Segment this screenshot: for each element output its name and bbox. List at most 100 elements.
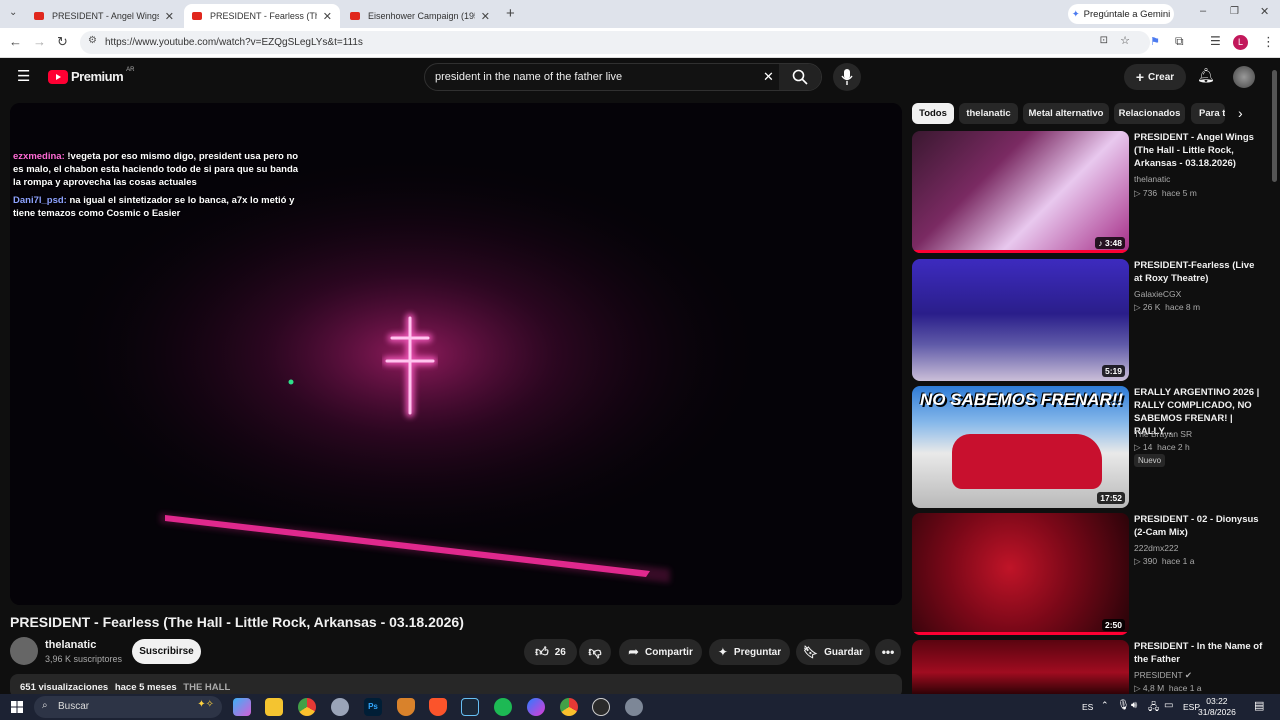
- spotify-app-icon[interactable]: [494, 698, 512, 716]
- minimize-icon[interactable]: –: [1200, 5, 1206, 17]
- clear-search-icon[interactable]: ✕: [763, 69, 774, 85]
- search-box[interactable]: president in the name of the father live…: [424, 63, 822, 91]
- video-thumbnail[interactable]: 2:50: [912, 513, 1129, 635]
- microphone-tray-icon[interactable]: 🎙︎: [1117, 700, 1130, 711]
- obs-app-icon[interactable]: [592, 698, 610, 716]
- chip-para-ti[interactable]: Para t: [1191, 103, 1225, 124]
- input-language[interactable]: ES: [1082, 702, 1093, 712]
- recommendation-item[interactable]: 5:19 PRESIDENT-Fearless (Live at Roxy Th…: [912, 259, 1272, 381]
- reload-icon[interactable]: ↻: [57, 34, 68, 50]
- ask-button[interactable]: ✦ Preguntar: [709, 639, 790, 665]
- page-scrollbar[interactable]: [1272, 70, 1277, 182]
- messenger-app-icon[interactable]: [527, 698, 545, 716]
- channel-name[interactable]: thelanatic: [45, 639, 96, 651]
- chrome-app-icon[interactable]: [298, 698, 316, 716]
- brave-app-icon[interactable]: [429, 698, 447, 716]
- save-button[interactable]: 🔖︎ Guardar: [796, 639, 870, 665]
- description-tag[interactable]: THE HALL: [183, 682, 230, 693]
- app-icon-4[interactable]: [331, 698, 349, 716]
- recommendation-title[interactable]: PRESIDENT-Fearless (Live at Roxy Theatre…: [1134, 259, 1264, 285]
- more-actions-button[interactable]: •••: [875, 639, 901, 665]
- recommendation-item[interactable]: NO SABEMOS FRENAR!! 17:52 ERALLY ARGENTI…: [912, 386, 1272, 508]
- close-tab-icon[interactable]: ✕: [481, 10, 490, 23]
- notifications-bell-icon[interactable]: 🔔︎: [1197, 67, 1215, 84]
- site-info-icon[interactable]: ⚙: [88, 35, 97, 46]
- chip-thelanatic[interactable]: thelanatic: [959, 103, 1018, 124]
- video-player[interactable]: ezxmedina: !vegeta por eso mismo digo, p…: [10, 103, 902, 605]
- search-input[interactable]: president in the name of the father live: [435, 71, 622, 83]
- windows-taskbar: ⌕ Buscar ✦✧ Ps ⌃ ES 🎙︎ 🔊︎ 🖧︎ ▭ ESP 03:22…: [0, 694, 1280, 720]
- tab-angel-wings[interactable]: PRESIDENT - Angel Wings - Yo ✕: [26, 4, 182, 28]
- close-tab-icon[interactable]: ✕: [323, 10, 332, 23]
- recommendation-channel[interactable]: thelanatic: [1134, 174, 1170, 184]
- notification-center-icon[interactable]: ▤: [1254, 699, 1264, 712]
- recommendation-channel[interactable]: GalaxieCGX: [1134, 289, 1181, 299]
- app-icon-13[interactable]: [625, 698, 643, 716]
- voice-search-button[interactable]: [833, 63, 861, 91]
- share-button[interactable]: ➦ Compartir: [619, 639, 702, 665]
- system-clock[interactable]: 03:22 31/8/2026: [1198, 696, 1236, 718]
- recommendation-title[interactable]: PRESIDENT - 02 - Dionysus (2-Cam Mix): [1134, 513, 1264, 539]
- video-thumbnail[interactable]: ♪ 3:48: [912, 131, 1129, 253]
- youtube-logo[interactable]: Premium AR: [48, 67, 134, 84]
- windows-start-icon[interactable]: [11, 701, 23, 713]
- recommendation-item[interactable]: PRESIDENT - In the Name of the Father PR…: [912, 640, 1272, 694]
- photoshop-app-icon[interactable]: Ps: [364, 698, 382, 716]
- address-bar[interactable]: ⚙ https://www.youtube.com/watch?v=EZQgSL…: [80, 31, 1150, 54]
- forward-icon[interactable]: →: [33, 34, 46, 49]
- chat-message: ezxmedina: !vegeta por eso mismo digo, p…: [13, 150, 303, 189]
- bookmark-star-icon[interactable]: ☆: [1120, 34, 1130, 47]
- chrome-active-app-icon[interactable]: [560, 698, 578, 716]
- chips-next-chevron-icon[interactable]: ›: [1238, 105, 1243, 121]
- profile-avatar[interactable]: L: [1233, 35, 1248, 50]
- chip-metal-alternativo[interactable]: Metal alternativo: [1023, 103, 1109, 124]
- back-icon[interactable]: ←: [9, 34, 22, 49]
- video-thumbnail[interactable]: NO SABEMOS FRENAR!! 17:52: [912, 386, 1129, 508]
- file-explorer-app-icon[interactable]: [265, 698, 283, 716]
- create-button[interactable]: + Crear: [1124, 64, 1186, 90]
- tray-expand-icon[interactable]: ⌃: [1101, 700, 1109, 711]
- account-avatar[interactable]: [1233, 66, 1255, 88]
- recommendation-item[interactable]: ♪ 3:48 PRESIDENT - Angel Wings (The Hall…: [912, 131, 1272, 253]
- recommendation-channel[interactable]: 222dmx222: [1134, 543, 1178, 553]
- url-text: https://www.youtube.com/watch?v=EZQgSLeg…: [105, 37, 363, 48]
- recommendation-channel[interactable]: PRESIDENT ✔: [1134, 670, 1192, 681]
- reading-list-icon[interactable]: ☰: [1210, 34, 1221, 48]
- extensions-icon[interactable]: ⧉: [1175, 34, 1184, 49]
- steam-app-icon[interactable]: [461, 698, 479, 716]
- browser-toolbar: ← → ↻ ⚙ https://www.youtube.com/watch?v=…: [0, 28, 1280, 58]
- search-button[interactable]: [779, 64, 821, 90]
- recommendation-title[interactable]: PRESIDENT - Angel Wings (The Hall - Litt…: [1134, 131, 1264, 170]
- copilot-app-icon[interactable]: [233, 698, 251, 716]
- search-icon: [792, 69, 808, 85]
- shield-app-icon[interactable]: [397, 698, 415, 716]
- close-window-icon[interactable]: ✕: [1260, 5, 1269, 18]
- hamburger-menu-icon[interactable]: ☰: [17, 67, 30, 85]
- tab-search-icon[interactable]: ⌄: [9, 7, 17, 18]
- gemini-button[interactable]: ✦ Pregúntale a Gemini: [1068, 4, 1174, 24]
- channel-avatar[interactable]: [10, 637, 38, 665]
- subscribe-button[interactable]: Suscribirse: [132, 639, 201, 664]
- video-thumbnail[interactable]: 5:19: [912, 259, 1129, 381]
- translate-extension-icon[interactable]: ⚑: [1150, 35, 1160, 48]
- video-thumbnail[interactable]: [912, 640, 1129, 694]
- browser-menu-icon[interactable]: ⋮: [1262, 34, 1275, 50]
- restore-icon[interactable]: ❐: [1230, 6, 1239, 17]
- tab-eisenhower[interactable]: Eisenhower Campaign (1952) · ✕: [342, 4, 498, 28]
- chip-todos[interactable]: Todos: [912, 103, 954, 124]
- close-tab-icon[interactable]: ✕: [165, 10, 174, 23]
- like-button[interactable]: 👍︎ 26: [524, 639, 577, 665]
- volume-icon[interactable]: 🔊︎: [1131, 700, 1137, 711]
- chip-relacionados[interactable]: Relacionados: [1114, 103, 1185, 124]
- install-app-icon[interactable]: ⊡: [1100, 35, 1108, 46]
- network-icon[interactable]: 🖧︎: [1148, 700, 1159, 717]
- recommendation-title[interactable]: PRESIDENT - In the Name of the Father: [1134, 640, 1264, 666]
- progress-bar: [912, 250, 1129, 253]
- recommendation-item[interactable]: 2:50 PRESIDENT - 02 - Dionysus (2-Cam Mi…: [912, 513, 1272, 635]
- battery-icon[interactable]: ▭: [1164, 700, 1173, 711]
- new-tab-button[interactable]: +: [506, 5, 515, 22]
- taskbar-search[interactable]: ⌕ Buscar ✦✧: [34, 696, 222, 718]
- tab-fearless[interactable]: PRESIDENT - Fearless (The Hall ✕: [184, 4, 340, 28]
- recommendation-channel[interactable]: The Brayan SR: [1134, 429, 1192, 439]
- dislike-button[interactable]: 👎︎: [579, 639, 611, 665]
